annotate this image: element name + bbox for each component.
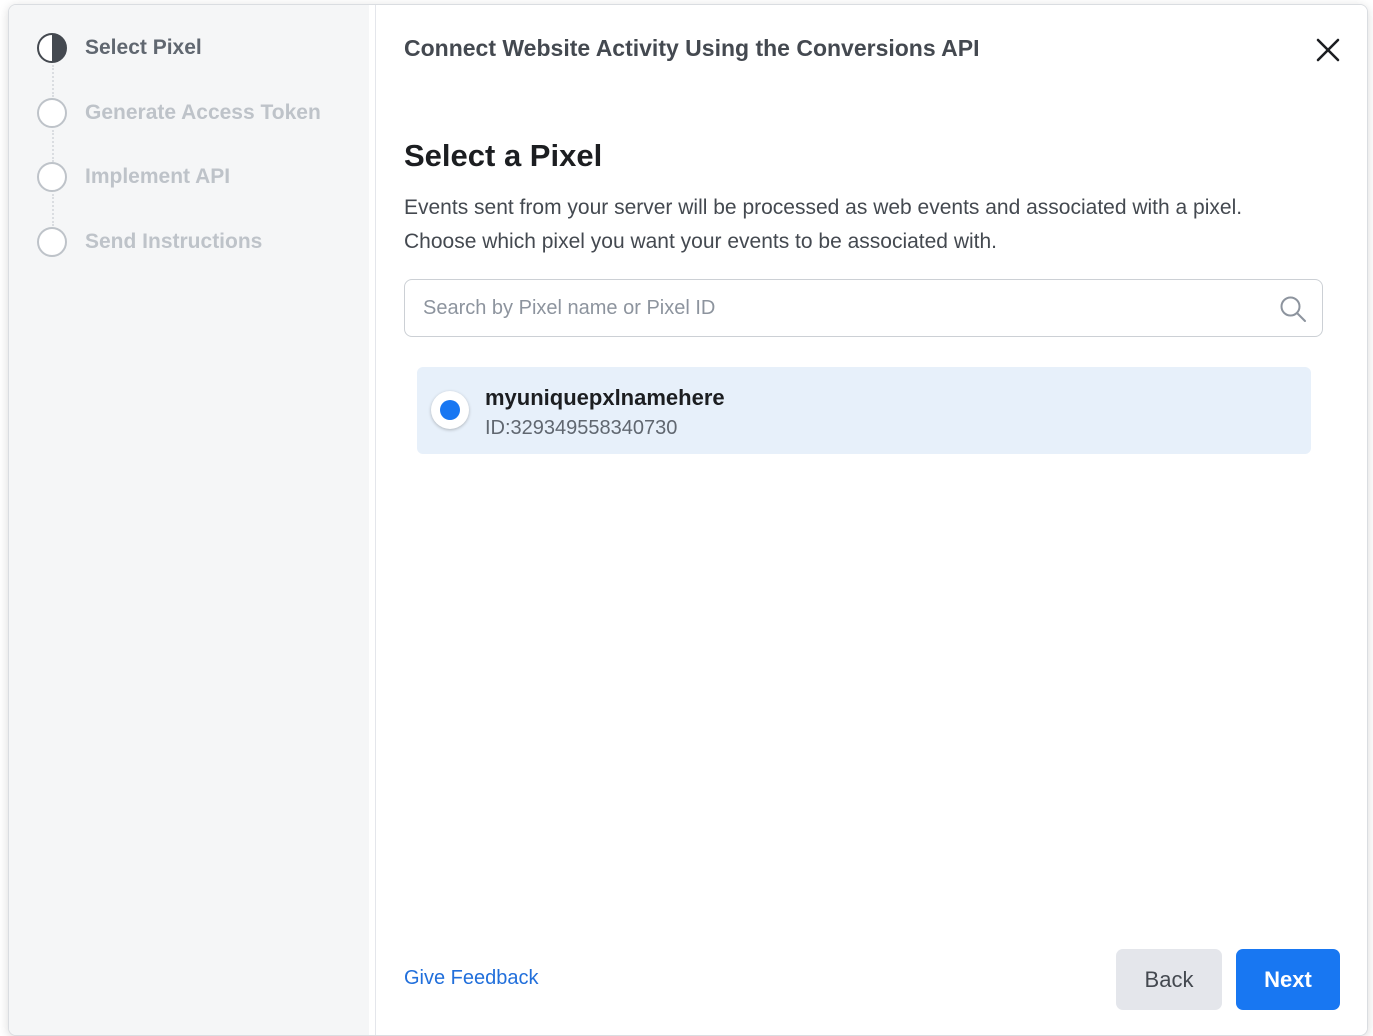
step-label: Generate Access Token <box>85 100 321 124</box>
pixel-option[interactable]: myuniquepxlnamehere ID:329349558340730 <box>417 367 1311 454</box>
empty-circle-icon <box>37 162 67 192</box>
step-connector <box>52 129 54 162</box>
pixel-radio-button[interactable] <box>431 391 469 429</box>
main-panel: Connect Website Activity Using the Conve… <box>375 5 1367 1035</box>
conversions-api-dialog: Select Pixel Generate Access Token Imple… <box>8 4 1368 1036</box>
step-implement-api: Implement API <box>37 162 321 227</box>
empty-circle-icon <box>37 97 67 128</box>
step-list: Select Pixel Generate Access Token Imple… <box>37 33 321 291</box>
step-select-pixel: Select Pixel <box>37 33 321 98</box>
close-icon <box>1316 38 1340 62</box>
give-feedback-link[interactable]: Give Feedback <box>404 967 539 990</box>
empty-circle-icon <box>37 226 67 257</box>
step-send-instructions: Send Instructions <box>37 226 321 292</box>
step-generate-access-token: Generate Access Token <box>37 97 321 163</box>
close-button[interactable] <box>1313 35 1343 65</box>
step-label: Send Instructions <box>85 229 263 253</box>
half-filled-circle-icon <box>37 33 67 63</box>
pixel-id: ID:329349558340730 <box>485 417 678 439</box>
step-sidebar: Select Pixel Generate Access Token Imple… <box>9 5 369 1035</box>
step-connector <box>52 65 54 97</box>
step-connector <box>52 194 54 226</box>
section-description: Events sent from your server will be pro… <box>404 196 1243 253</box>
step-label: Select Pixel <box>85 36 202 59</box>
pixel-search-input[interactable] <box>421 295 1265 321</box>
back-button[interactable]: Back <box>1116 949 1222 1010</box>
search-icon[interactable] <box>1278 294 1308 324</box>
radio-selected-dot <box>440 400 460 420</box>
section-title: Select a Pixel <box>404 138 603 173</box>
pixel-search-box <box>404 279 1323 337</box>
step-label: Implement API <box>85 165 231 188</box>
next-button[interactable]: Next <box>1236 949 1340 1010</box>
dialog-title: Connect Website Activity Using the Conve… <box>404 35 980 61</box>
pixel-name: myuniquepxlnamehere <box>485 385 725 410</box>
